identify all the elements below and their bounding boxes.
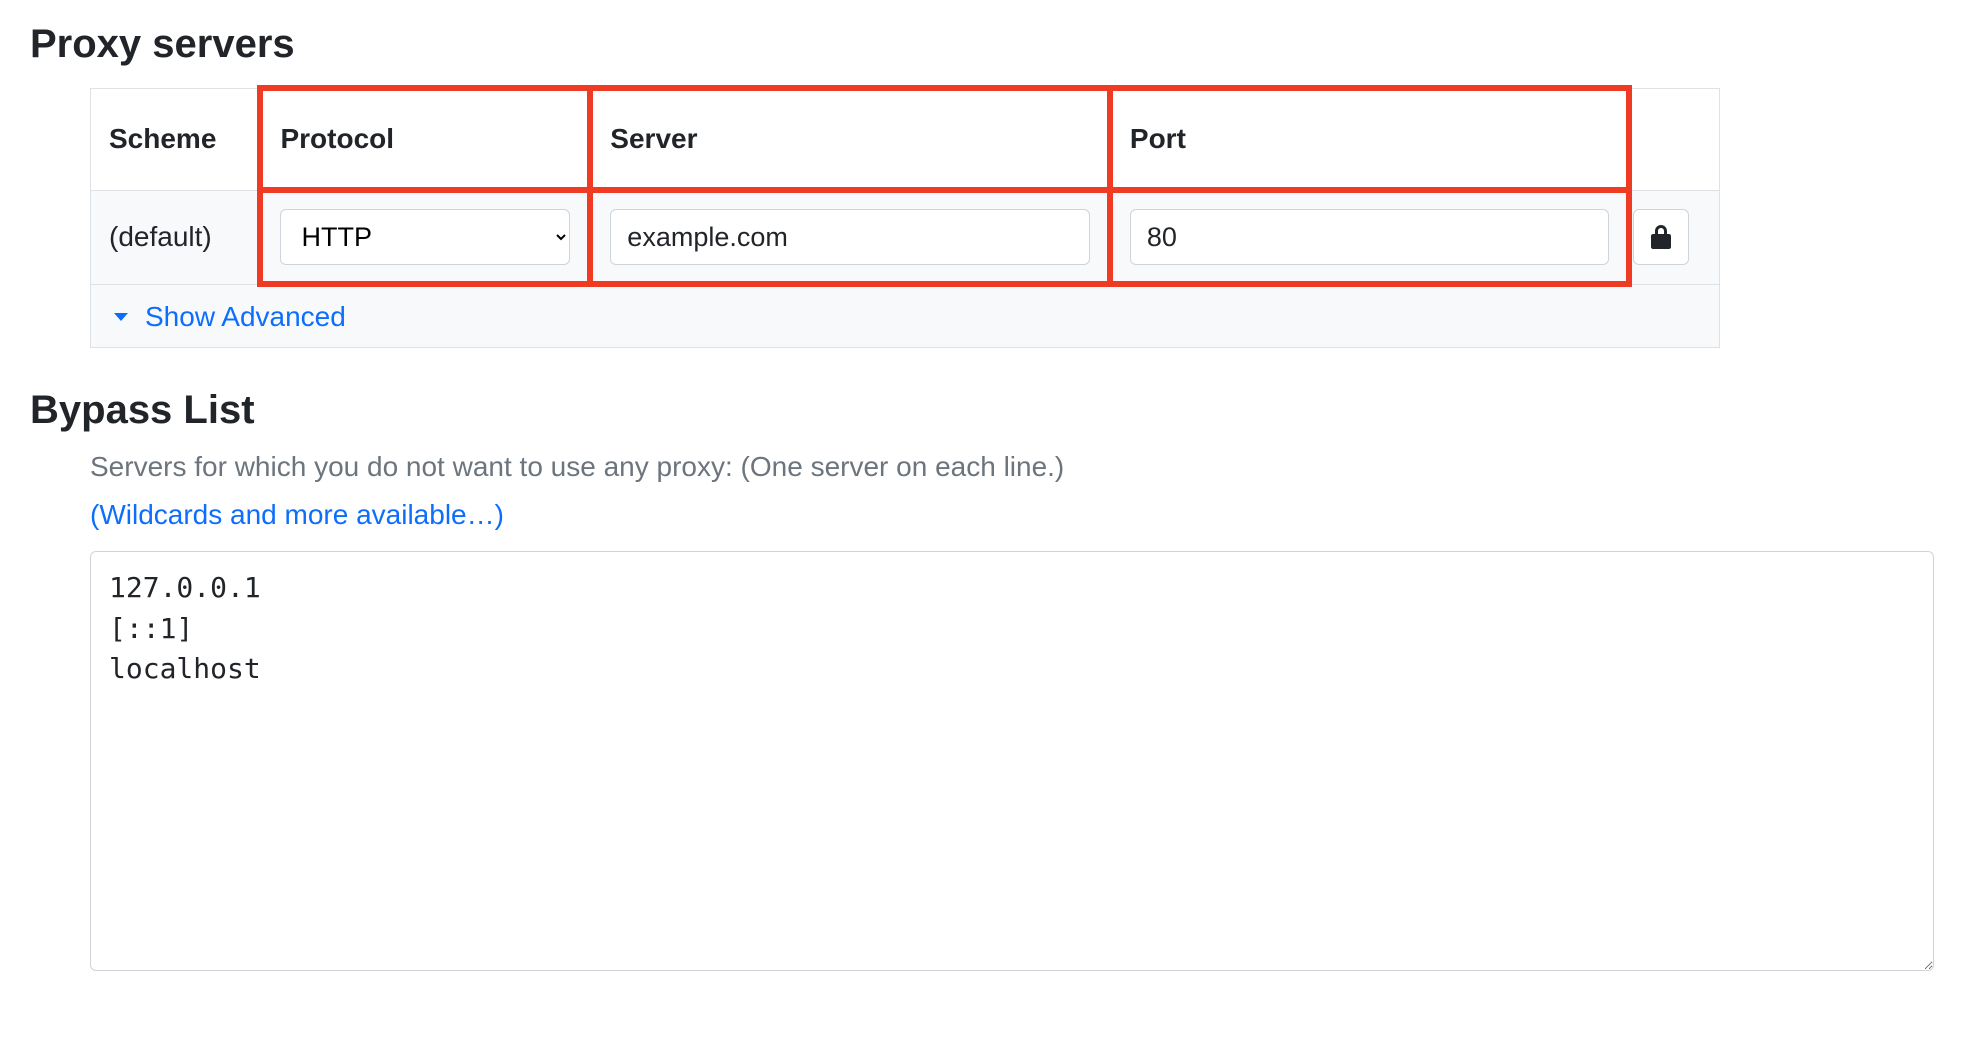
chevron-down-icon <box>109 305 133 329</box>
protocol-select[interactable]: HTTP <box>280 209 570 265</box>
bypass-list-textarea[interactable] <box>90 551 1934 971</box>
lock-icon <box>1650 225 1672 249</box>
server-input[interactable] <box>610 209 1090 265</box>
col-header-server: Server <box>594 107 1106 171</box>
bypass-list-heading: Bypass List <box>30 388 1934 433</box>
col-header-scheme: Scheme <box>91 88 261 190</box>
col-header-protocol: Protocol <box>264 107 586 171</box>
bypass-description: Servers for which you do not want to use… <box>90 451 1934 483</box>
wildcards-link[interactable]: (Wildcards and more available…) <box>90 499 504 531</box>
show-advanced-toggle[interactable]: Show Advanced <box>91 287 364 347</box>
col-header-actions <box>1629 88 1719 190</box>
port-input[interactable] <box>1130 209 1610 265</box>
scheme-cell: (default) <box>91 190 261 284</box>
col-header-port: Port <box>1114 107 1626 171</box>
proxy-servers-heading: Proxy servers <box>30 22 1934 67</box>
show-advanced-label: Show Advanced <box>145 301 346 333</box>
proxy-servers-table: Scheme Protocol Server Port (default) HT… <box>90 85 1720 348</box>
lock-button[interactable] <box>1633 209 1689 265</box>
